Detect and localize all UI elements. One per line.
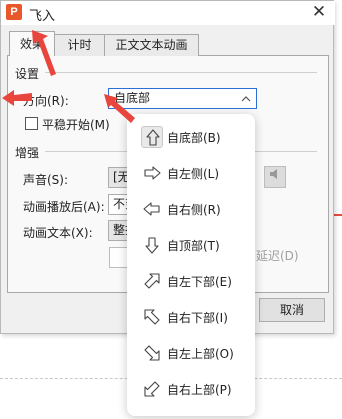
annotation-arrow-select	[104, 94, 135, 123]
annotation-arrow-tab	[32, 30, 56, 76]
annotation-arrows	[2, 30, 135, 123]
annotation-arrow-direction	[2, 90, 32, 106]
